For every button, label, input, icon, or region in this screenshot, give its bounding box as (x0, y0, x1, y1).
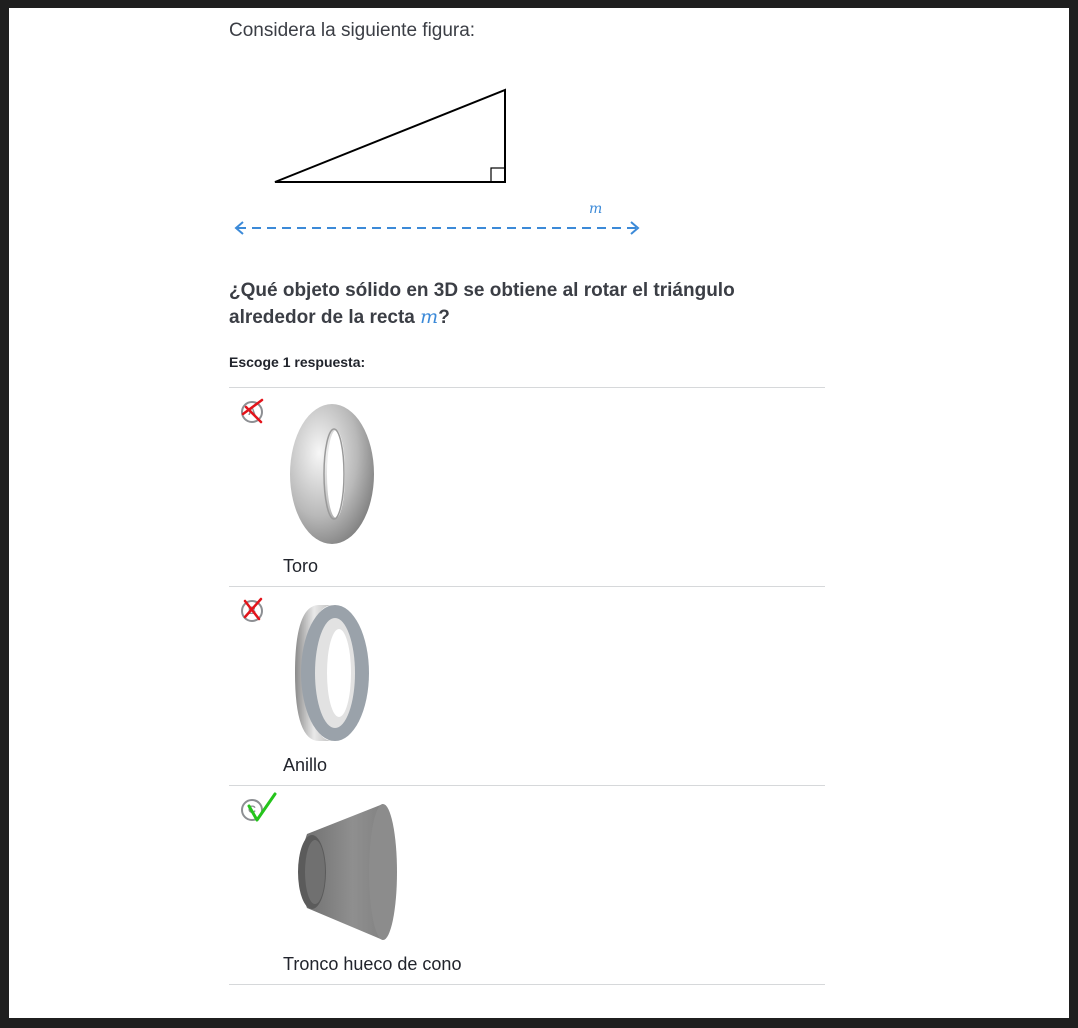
choice-c-label: Tronco hueco de cono (283, 954, 462, 974)
choice-b[interactable]: B Anillo (229, 586, 825, 785)
page-frame: Considera la siguiente figura: m ¿Qué ob… (9, 8, 1069, 1018)
triangle-figure: m (234, 88, 640, 235)
question-text-main: ¿Qué objeto sólido en 3D se obtiene al r… (229, 280, 735, 328)
answer-instructions: Escoge 1 respuesta: (229, 354, 366, 370)
choice-list: A Toro B Anillo C Tronco hueco de cono (229, 387, 825, 985)
question-text: ¿Qué objeto sólido en 3D se obtiene al r… (229, 278, 825, 331)
correct-mark-icon (247, 792, 277, 822)
incorrect-mark-icon (243, 597, 263, 621)
torus-image (290, 404, 374, 544)
ring-image (295, 605, 369, 741)
question-mark: ? (438, 307, 450, 328)
axis-label-m: m (589, 201, 602, 217)
question-variable-m: m (420, 306, 439, 328)
choice-c[interactable]: C Tronco hueco de cono (229, 785, 825, 985)
choice-b-label: Anillo (283, 755, 328, 775)
intro-text: Considera la siguiente figura: (229, 20, 476, 41)
choice-a[interactable]: A Toro (229, 387, 825, 586)
right-angle-marker (490, 167, 506, 183)
incorrect-mark-icon (241, 398, 264, 424)
right-triangle (274, 88, 506, 183)
choice-a-label: Toro (283, 556, 319, 576)
hollow-frustum-image (298, 804, 397, 940)
